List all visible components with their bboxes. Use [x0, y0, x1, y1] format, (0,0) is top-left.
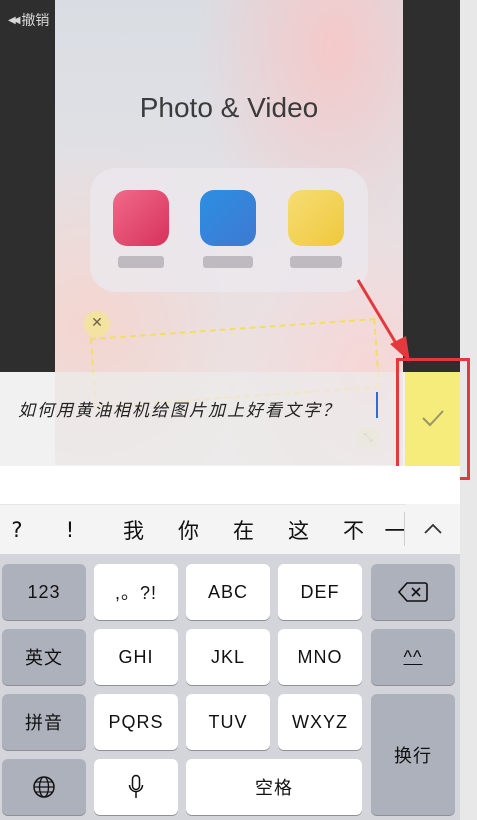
candidate-item[interactable]: ?	[0, 518, 34, 542]
text-caret	[376, 392, 378, 418]
delete-key[interactable]	[371, 564, 455, 620]
enter-key[interactable]: 换行	[371, 694, 455, 815]
candidate-item[interactable]: 这	[271, 515, 326, 545]
folder-title: Photo & Video	[139, 92, 319, 123]
key-def[interactable]: DEF	[278, 564, 362, 620]
rewind-icon: ◀◀	[8, 14, 21, 26]
separator-area	[0, 466, 460, 504]
key-123[interactable]: 123	[2, 564, 86, 620]
app-icon-yellow	[288, 190, 344, 246]
expand-candidates-button[interactable]	[406, 504, 460, 554]
globe-key[interactable]	[2, 759, 86, 815]
candidate-item[interactable]: 你	[161, 515, 216, 545]
app-label-blurred	[203, 256, 253, 268]
app-icon-pink	[113, 190, 169, 246]
app-icon-blue	[200, 190, 256, 246]
app-label-blurred	[290, 256, 342, 268]
space-key[interactable]: 空格	[186, 759, 362, 815]
candidate-item[interactable]: 不	[326, 515, 381, 545]
key-english[interactable]: 英文	[2, 629, 86, 685]
microphone-icon	[128, 774, 144, 798]
keyboard: 123 ,。?! ABC DEF 英文 GHI JKL MNO ^^ 拼音 PQ…	[0, 554, 460, 820]
undo-button[interactable]: ◀◀ 撤销	[8, 10, 49, 30]
input-text[interactable]: 如何用黄油相机给图片加上好看文字？	[18, 396, 341, 421]
key-punctuation[interactable]: ,。?!	[94, 564, 178, 620]
key-ghi[interactable]: GHI	[94, 629, 178, 685]
key-pqrs[interactable]: PQRS	[94, 694, 178, 750]
undo-label: 撤销	[21, 13, 50, 29]
key-pinyin[interactable]: 拼音	[2, 694, 86, 750]
chevron-up-icon	[424, 523, 442, 534]
candidate-divider	[404, 512, 405, 546]
candidate-bar: ? ! 我 你 在 这 不 一	[0, 504, 460, 554]
globe-icon	[33, 776, 55, 798]
highlight-annotation	[396, 358, 470, 480]
key-tuv[interactable]: TUV	[186, 694, 270, 750]
key-jkl[interactable]: JKL	[186, 629, 270, 685]
microphone-key[interactable]	[94, 759, 178, 815]
candidate-item[interactable]: 我	[106, 515, 161, 545]
candidate-item[interactable]: !	[34, 518, 106, 542]
key-abc[interactable]: ABC	[186, 564, 270, 620]
close-icon[interactable]: ✕	[84, 311, 110, 337]
key-wxyz[interactable]: WXYZ	[278, 694, 362, 750]
delete-icon	[398, 582, 428, 602]
red-arrow-annotation	[356, 279, 410, 362]
key-emoticon[interactable]: ^^	[371, 629, 455, 685]
candidate-item[interactable]: 在	[216, 515, 271, 545]
key-mno[interactable]: MNO	[278, 629, 362, 685]
app-label-blurred	[118, 256, 164, 268]
